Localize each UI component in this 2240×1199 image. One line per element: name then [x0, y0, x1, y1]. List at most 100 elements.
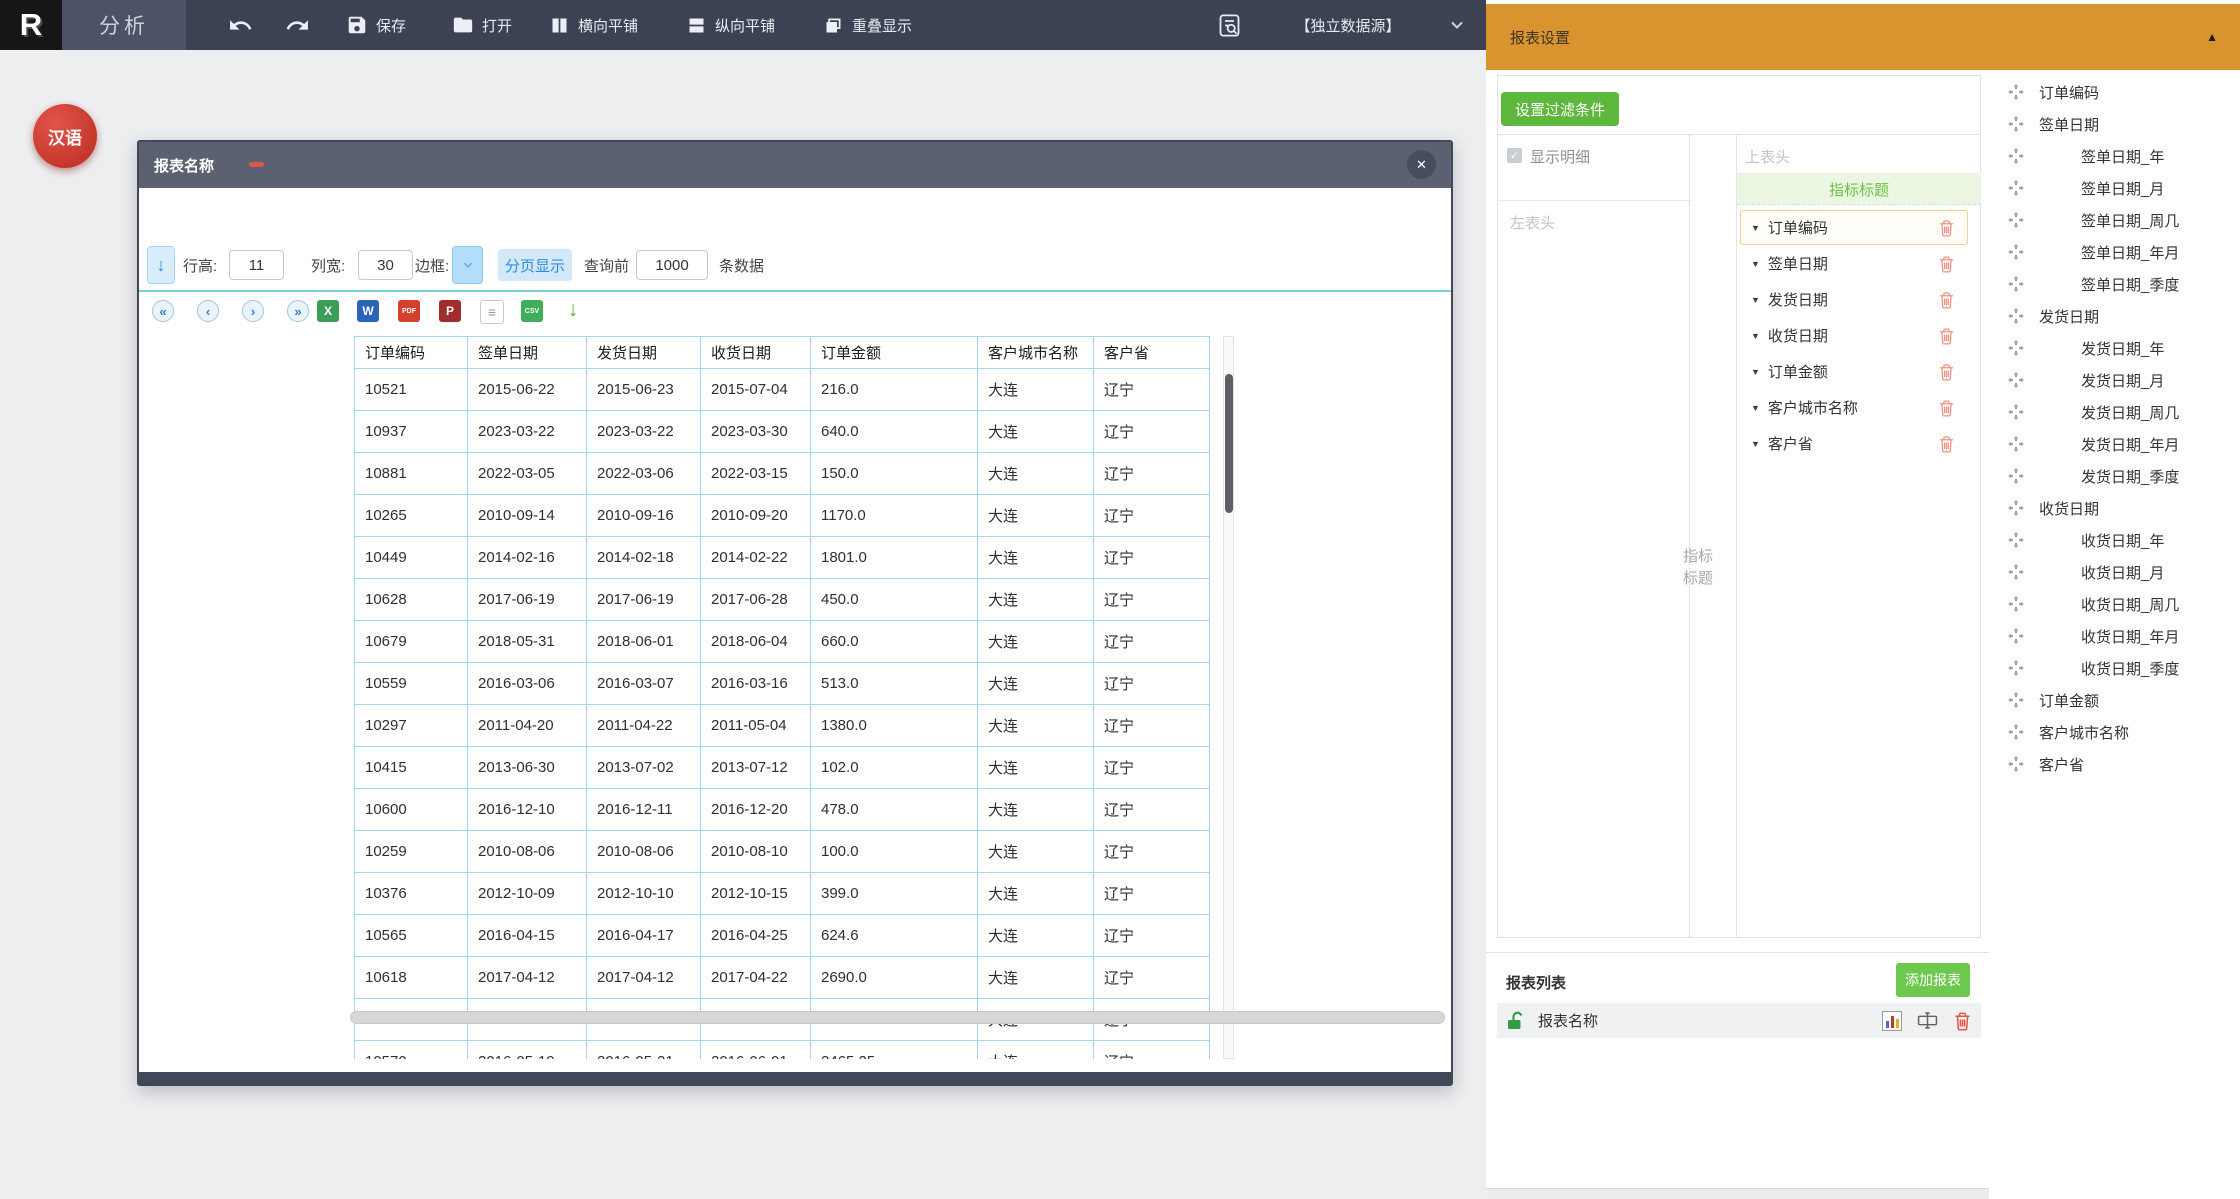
minimize-icon[interactable]: [249, 162, 264, 167]
redo-button[interactable]: [285, 0, 310, 50]
tile-horizontal-button[interactable]: 横向平铺: [549, 0, 638, 50]
field-tree-item[interactable]: 发货日期_季度: [1989, 460, 2179, 492]
row-height-input[interactable]: [229, 250, 284, 280]
column-header[interactable]: 订单编码: [355, 337, 468, 369]
field-tree-item[interactable]: 收货日期_年月: [1989, 620, 2179, 652]
measure-chip[interactable]: ▼客户省: [1740, 426, 1968, 461]
move-icon[interactable]: [2008, 436, 2024, 452]
datasource-chevron[interactable]: [1449, 0, 1465, 50]
chevron-down-icon[interactable]: ▼: [1751, 331, 1760, 341]
measure-chip[interactable]: ▼订单编码: [1740, 210, 1968, 245]
horizontal-scrollbar-thumb[interactable]: [350, 1011, 1445, 1024]
move-icon[interactable]: [2008, 180, 2024, 196]
move-icon[interactable]: [2008, 724, 2024, 740]
show-detail-checkbox[interactable]: ✓: [1507, 148, 1522, 163]
table-row[interactable]: 102652010-09-142010-09-162010-09-201170.…: [355, 495, 1210, 537]
prev-page-icon[interactable]: ‹: [197, 300, 219, 322]
next-page-icon[interactable]: ›: [242, 300, 264, 322]
table-row[interactable]: 105212015-06-222015-06-232015-07-04216.0…: [355, 369, 1210, 411]
vertical-scrollbar[interactable]: [1223, 336, 1234, 1059]
column-header[interactable]: 收货日期: [701, 337, 811, 369]
move-icon[interactable]: [2008, 276, 2024, 292]
measure-chip[interactable]: ▼订单金额: [1740, 354, 1968, 389]
first-page-icon[interactable]: «: [152, 300, 174, 322]
field-tree-item[interactable]: 收货日期_月: [1989, 556, 2164, 588]
move-icon[interactable]: [2008, 372, 2024, 388]
trash-icon[interactable]: [1938, 435, 1955, 453]
move-icon[interactable]: [2008, 340, 2024, 356]
table-row[interactable]: 106182017-04-122017-04-122017-04-222690.…: [355, 957, 1210, 999]
column-header[interactable]: 客户省: [1094, 337, 1210, 369]
move-icon[interactable]: [2008, 244, 2024, 260]
left-header-dropzone[interactable]: 左表头: [1510, 212, 1555, 233]
column-header[interactable]: 发货日期: [587, 337, 701, 369]
export-csv-icon[interactable]: CSV: [521, 300, 543, 322]
table-row[interactable]: 105702016-05-192016-05-212016-06-012465.…: [355, 1041, 1210, 1060]
paging-toggle-button[interactable]: 分页显示: [498, 249, 572, 281]
column-header[interactable]: 客户城市名称: [978, 337, 1094, 369]
move-icon[interactable]: [2008, 564, 2024, 580]
print-icon[interactable]: P: [439, 300, 461, 322]
collapse-icon[interactable]: ▲: [2206, 4, 2218, 70]
open-button[interactable]: 打开: [452, 0, 512, 50]
rename-button[interactable]: [1917, 1010, 1938, 1031]
delete-report-button[interactable]: [1953, 1011, 1972, 1031]
download-icon[interactable]: ↓: [562, 297, 584, 323]
table-row[interactable]: 106282017-06-192017-06-192017-06-28450.0…: [355, 579, 1210, 621]
move-icon[interactable]: [2008, 308, 2024, 324]
unlock-icon[interactable]: [1505, 1011, 1528, 1031]
chevron-down-icon[interactable]: ▼: [1751, 223, 1760, 233]
move-icon[interactable]: [2008, 84, 2024, 100]
table-row[interactable]: 102972011-04-202011-04-222011-05-041380.…: [355, 705, 1210, 747]
field-tree-item[interactable]: 发货日期: [1989, 300, 2099, 332]
trash-icon[interactable]: [1938, 291, 1955, 309]
field-tree-item[interactable]: 订单金额: [1989, 684, 2099, 716]
chevron-down-icon[interactable]: ▼: [1751, 367, 1760, 377]
field-tree-item[interactable]: 收货日期_季度: [1989, 652, 2179, 684]
report-list-item[interactable]: 报表名称: [1497, 1003, 1981, 1038]
field-tree-item[interactable]: 签单日期_年月: [1989, 236, 2179, 268]
trash-icon[interactable]: [1938, 255, 1955, 273]
set-filter-button[interactable]: 设置过滤条件: [1501, 92, 1619, 126]
move-icon[interactable]: [2008, 660, 2024, 676]
move-icon[interactable]: [2008, 756, 2024, 772]
table-row[interactable]: 104152013-06-302013-07-022013-07-12102.0…: [355, 747, 1210, 789]
move-icon[interactable]: [2008, 628, 2024, 644]
measure-chip[interactable]: ▼客户城市名称: [1740, 390, 1968, 425]
measure-chip[interactable]: ▼签单日期: [1740, 246, 1968, 281]
field-tree-item[interactable]: 签单日期_年: [1989, 140, 2164, 172]
table-row[interactable]: 106792018-05-312018-06-012018-06-04660.0…: [355, 621, 1210, 663]
measure-chip[interactable]: ▼发货日期: [1740, 282, 1968, 317]
field-tree-item[interactable]: 发货日期_周几: [1989, 396, 2179, 428]
move-icon[interactable]: [2008, 532, 2024, 548]
col-width-input[interactable]: [358, 250, 413, 280]
chart-view-button[interactable]: [1882, 1011, 1902, 1031]
export-excel-icon[interactable]: X: [317, 300, 339, 322]
datasource-selector[interactable]: 【独立数据源】: [1283, 0, 1413, 50]
move-icon[interactable]: [2008, 692, 2024, 708]
border-dropdown[interactable]: [452, 246, 483, 284]
chevron-down-icon[interactable]: ▼: [1751, 295, 1760, 305]
field-tree-item[interactable]: 签单日期_周几: [1989, 204, 2179, 236]
export-text-icon[interactable]: ≡: [480, 300, 504, 324]
column-header[interactable]: 订单金额: [811, 337, 978, 369]
save-button[interactable]: 保存: [346, 0, 406, 50]
move-icon[interactable]: [2008, 500, 2024, 516]
table-row[interactable]: 102592010-08-062010-08-062010-08-10100.0…: [355, 831, 1210, 873]
last-page-icon[interactable]: »: [287, 300, 309, 322]
tile-vertical-button[interactable]: 纵向平铺: [686, 0, 775, 50]
column-header[interactable]: 签单日期: [468, 337, 587, 369]
settings-panel-header[interactable]: 报表设置 ▲: [1486, 4, 2240, 70]
table-row[interactable]: 104492014-02-162014-02-182014-02-221801.…: [355, 537, 1210, 579]
field-tree-item[interactable]: 客户城市名称: [1989, 716, 2129, 748]
move-icon[interactable]: [2008, 596, 2024, 612]
tab-analysis[interactable]: 分析: [62, 0, 186, 50]
measure-chip[interactable]: ▼收货日期: [1740, 318, 1968, 353]
trash-icon[interactable]: [1938, 327, 1955, 345]
export-word-icon[interactable]: W: [357, 300, 379, 322]
query-count-input[interactable]: [636, 250, 708, 280]
field-tree-item[interactable]: 发货日期_年月: [1989, 428, 2179, 460]
trash-icon[interactable]: [1938, 219, 1955, 237]
field-tree-item[interactable]: 收货日期_年: [1989, 524, 2164, 556]
chevron-down-icon[interactable]: ▼: [1751, 439, 1760, 449]
